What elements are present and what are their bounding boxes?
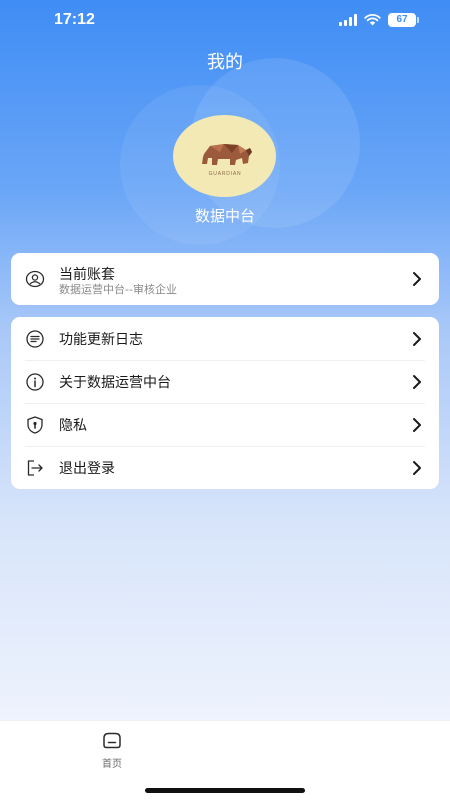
settings-menu-card: 功能更新日志 关于数据运营中台 隐私 退出登录 bbox=[11, 317, 439, 489]
chevron-right-icon bbox=[413, 331, 421, 346]
menu-item-about[interactable]: 关于数据运营中台 bbox=[11, 360, 439, 403]
menu-item-logout[interactable]: 退出登录 bbox=[11, 446, 439, 489]
cellular-signal-icon bbox=[339, 14, 357, 26]
avatar-logo-text: GUARDIAN bbox=[208, 171, 241, 177]
home-icon bbox=[103, 732, 121, 749]
status-icons: 67 bbox=[339, 13, 419, 27]
account-subtitle: 数据运营中台--审核企业 bbox=[59, 283, 177, 296]
battery-icon: 67 bbox=[388, 13, 419, 27]
user-circle-icon bbox=[25, 270, 45, 288]
status-time: 17:12 bbox=[54, 11, 95, 28]
page-title: 我的 bbox=[207, 52, 243, 73]
menu-item-label: 功能更新日志 bbox=[59, 331, 143, 348]
chevron-right-icon bbox=[413, 374, 421, 389]
menu-item-privacy[interactable]: 隐私 bbox=[11, 403, 439, 446]
menu-item-changelog[interactable]: 功能更新日志 bbox=[11, 317, 439, 360]
list-lines-icon bbox=[26, 329, 44, 348]
chevron-right-icon bbox=[413, 417, 421, 432]
bear-logo-icon: GUARDIAN bbox=[201, 144, 252, 177]
tab-home[interactable]: 首页 bbox=[92, 731, 132, 775]
menu-item-label: 关于数据运营中台 bbox=[59, 374, 171, 391]
avatar[interactable]: GUARDIAN bbox=[173, 115, 276, 197]
current-account-card[interactable]: 当前账套 数据运营中台--审核企业 bbox=[11, 253, 439, 305]
tab-home-label: 首页 bbox=[102, 759, 122, 770]
profile-name: 数据中台 bbox=[194, 207, 255, 225]
menu-item-label: 退出登录 bbox=[59, 460, 115, 477]
wifi-icon bbox=[364, 14, 381, 26]
shield-icon bbox=[27, 415, 43, 434]
chevron-right-icon bbox=[413, 272, 421, 286]
info-icon bbox=[26, 372, 44, 391]
logout-icon bbox=[27, 459, 43, 476]
menu-item-label: 隐私 bbox=[59, 417, 87, 434]
home-indicator bbox=[145, 788, 305, 793]
chevron-right-icon bbox=[413, 460, 421, 475]
status-bar: 17:12 67 bbox=[0, 0, 450, 44]
